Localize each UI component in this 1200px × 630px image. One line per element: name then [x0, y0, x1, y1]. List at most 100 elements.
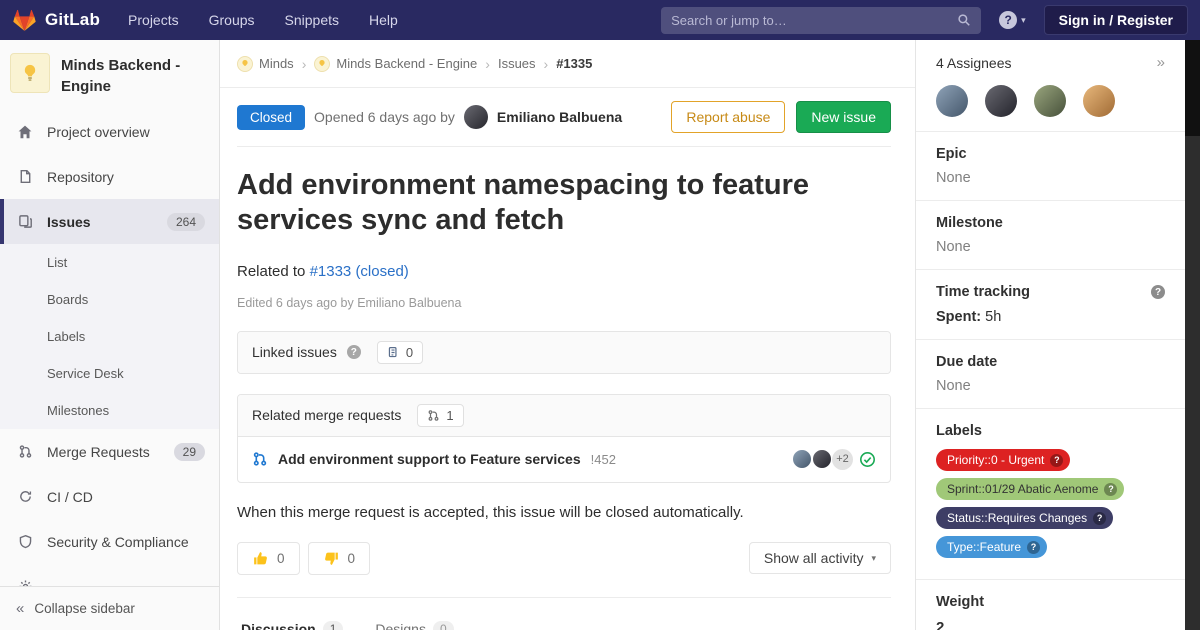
assignee-avatar[interactable] [985, 85, 1017, 117]
gitlab-home-link[interactable]: GitLab [12, 8, 100, 33]
assignees-title: 4 Assignees [936, 55, 1012, 71]
sidebar-item-security-compliance[interactable]: Security & Compliance [0, 519, 219, 564]
issues-icon [16, 213, 34, 231]
label-priority-urgent[interactable]: Priority::0 - Urgent ? [936, 449, 1070, 471]
sidebar-item-label: Repository [47, 169, 205, 185]
assignee-avatar[interactable] [936, 85, 968, 117]
labels-section: Labels Priority::0 - Urgent ? Sprint::01… [916, 409, 1185, 580]
sidebar-subitem-list[interactable]: List [0, 244, 219, 281]
time-tracking-section: Time tracking ? Spent: 5h [916, 270, 1185, 340]
global-search[interactable] [661, 7, 981, 34]
weight-section: Weight 2 [916, 580, 1185, 630]
sidebar-item-label: CI / CD [47, 489, 205, 505]
breadcrumb-separator: › [544, 56, 549, 72]
mr-assignee-avatar[interactable] [812, 449, 832, 469]
issue-tabs: Discussion 1 Designs 0 [237, 610, 891, 630]
new-issue-button[interactable]: New issue [796, 101, 891, 133]
scrollbar-thumb[interactable] [1185, 40, 1200, 136]
breadcrumb-label: Minds [259, 56, 294, 71]
assignee-avatar[interactable] [1083, 85, 1115, 117]
due-date-label: Due date [936, 354, 1165, 370]
designs-count-badge: 0 [433, 621, 454, 630]
thumbs-up-button[interactable]: 0 [237, 542, 300, 575]
assignee-avatar[interactable] [1034, 85, 1066, 117]
mr-more-assignees-badge[interactable]: +2 [832, 449, 853, 470]
merge-requests-count-badge: 29 [174, 443, 205, 461]
sidebar-subitem-labels[interactable]: Labels [0, 318, 219, 355]
thumbs-down-icon [323, 550, 340, 567]
scoped-label-help-icon: ? [1027, 541, 1040, 554]
merge-request-row[interactable]: Add environment support to Feature servi… [238, 436, 890, 482]
author-avatar[interactable] [464, 105, 488, 129]
related-mrs-count: 1 [417, 404, 463, 427]
help-question-icon[interactable]: ? [1151, 285, 1165, 299]
chevron-double-right-icon[interactable]: » [1157, 54, 1165, 71]
epic-label: Epic [936, 146, 1165, 162]
author-name[interactable]: Emiliano Balbuena [497, 109, 622, 125]
issues-submenu: List Boards Labels Service Desk Mileston… [0, 244, 219, 429]
activity-filter-dropdown[interactable]: Show all activity ▾ [749, 542, 891, 574]
opened-text: Opened 6 days ago by [314, 109, 455, 125]
nav-snippets[interactable]: Snippets [285, 12, 339, 28]
nav-projects[interactable]: Projects [128, 12, 179, 28]
merge-request-title[interactable]: Add environment support to Feature servi… [278, 451, 581, 467]
sidebar-item-label: Security & Compliance [47, 534, 205, 550]
gitlab-tanuki-icon [12, 8, 37, 33]
report-abuse-button[interactable]: Report abuse [671, 101, 785, 133]
linked-issues-count: 0 [377, 341, 423, 364]
sidebar-item-ci-cd[interactable]: CI / CD [0, 474, 219, 519]
help-dropdown[interactable]: ? ▾ [999, 11, 1026, 29]
navbar-menu: Projects Groups Snippets Help [128, 12, 398, 28]
related-issue-link[interactable]: #1333 (closed) [310, 263, 409, 280]
thumbs-down-button[interactable]: 0 [308, 542, 371, 575]
group-avatar [237, 56, 253, 72]
issue-link-icon [387, 346, 400, 359]
sidebar-subitem-boards[interactable]: Boards [0, 281, 219, 318]
sidebar-item-merge-requests[interactable]: Merge Requests 29 [0, 429, 219, 474]
label-type-feature[interactable]: Type::Feature ? [936, 536, 1047, 558]
sidebar-subitem-service-desk[interactable]: Service Desk [0, 355, 219, 392]
merge-request-icon [16, 443, 34, 461]
related-mrs-panel: Related merge requests 1 Add environme [237, 394, 891, 483]
search-input[interactable] [671, 13, 957, 28]
project-avatar [10, 53, 50, 93]
chevron-double-left-icon: « [16, 600, 24, 617]
breadcrumb-separator: › [485, 56, 490, 72]
breadcrumb-separator: › [302, 56, 307, 72]
related-prefix: Related to [237, 263, 305, 280]
tab-designs[interactable]: Designs 0 [373, 610, 455, 630]
brand-name: GitLab [45, 10, 100, 30]
thumbs-up-icon [252, 550, 269, 567]
nav-help[interactable]: Help [369, 12, 398, 28]
mr-assignee-avatar[interactable] [792, 449, 812, 469]
sign-in-button[interactable]: Sign in / Register [1044, 5, 1188, 35]
sidebar-subitem-milestones[interactable]: Milestones [0, 392, 219, 429]
project-avatar-small [314, 56, 330, 72]
main-content: Minds › Minds Backend - Engine › Issues … [220, 40, 915, 630]
nav-groups[interactable]: Groups [209, 12, 255, 28]
breadcrumb-label: Issues [498, 56, 536, 71]
issue-title: Add environment namespacing to feature s… [237, 168, 857, 239]
epic-value: None [936, 170, 1165, 186]
label-status-requires-changes[interactable]: Status::Requires Changes ? [936, 507, 1113, 529]
help-question-icon[interactable]: ? [347, 345, 361, 359]
weight-value: 2 [936, 619, 1165, 630]
label-sprint[interactable]: Sprint::01/29 Abatic Aenome ? [936, 478, 1124, 500]
tab-discussion[interactable]: Discussion 1 [239, 610, 345, 630]
weight-label: Weight [936, 594, 1165, 610]
project-header[interactable]: Minds Backend - Engine [0, 40, 219, 109]
help-icon: ? [999, 11, 1017, 29]
breadcrumb-project[interactable]: Minds Backend - Engine [314, 56, 477, 72]
breadcrumb-label: Minds Backend - Engine [336, 56, 477, 71]
auto-close-note: When this merge request is accepted, thi… [237, 504, 891, 521]
top-navbar: GitLab Projects Groups Snippets Help ? ▾… [0, 0, 1200, 40]
breadcrumb: Minds › Minds Backend - Engine › Issues … [220, 40, 915, 88]
breadcrumb-issues[interactable]: Issues [498, 56, 536, 71]
collapse-sidebar-button[interactable]: « Collapse sidebar [0, 586, 219, 630]
issues-section: Issues 264 List Boards Labels Service De… [0, 199, 219, 429]
sidebar-item-issues[interactable]: Issues 264 [0, 199, 219, 244]
breadcrumb-group[interactable]: Minds [237, 56, 294, 72]
page-scrollbar[interactable] [1185, 40, 1200, 630]
sidebar-item-repository[interactable]: Repository [0, 154, 219, 199]
sidebar-item-project-overview[interactable]: Project overview [0, 109, 219, 154]
